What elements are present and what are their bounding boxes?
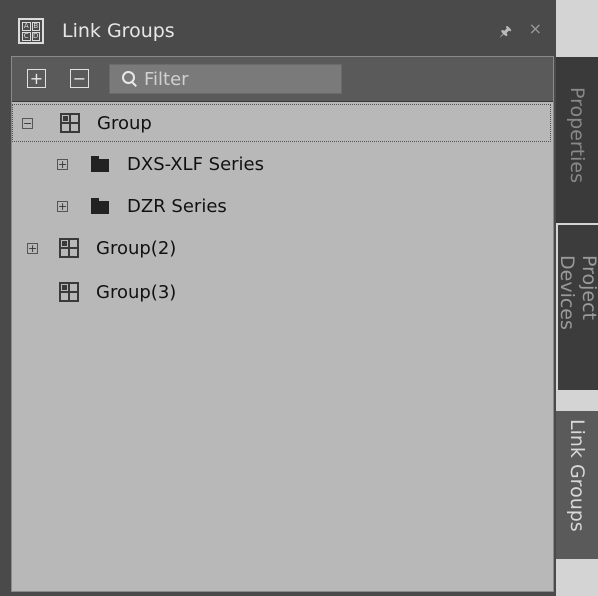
tab-link-groups[interactable]: Link Groups (556, 411, 598, 559)
filter-input[interactable] (138, 68, 334, 90)
close-icon[interactable]: × (529, 19, 542, 38)
group-icon (59, 282, 79, 302)
pin-icon[interactable]: 🖈︎ (499, 21, 512, 45)
folder-icon (91, 156, 109, 172)
link-groups-panel: A B C D Link Groups 🖈︎ × + − − (0, 0, 556, 596)
expand-icon[interactable]: + (57, 159, 68, 170)
panel-titlebar[interactable]: A B C D Link Groups 🖈︎ × (8, 8, 556, 54)
expand-icon[interactable]: + (27, 243, 38, 254)
search-icon (122, 71, 138, 87)
remove-group-button[interactable]: − (70, 69, 89, 88)
link-groups-app-icon: A B C D (18, 18, 44, 44)
tab-project-devices[interactable]: Project Devices (556, 225, 598, 390)
panel-content: + − − Group + DXS-XLF S (11, 56, 554, 592)
tree-item-label: Group (97, 113, 152, 134)
group-icon (59, 238, 79, 258)
tree-item-group-2[interactable]: + Group(2) (12, 230, 551, 268)
tab-properties[interactable]: Properties (556, 57, 598, 223)
group-icon (60, 113, 80, 133)
panel-title: Link Groups (62, 20, 175, 42)
collapse-icon[interactable]: − (22, 118, 33, 129)
tree-item-label: Group(3) (96, 282, 177, 303)
tree-item-dzr-series[interactable]: + DZR Series (12, 188, 551, 226)
tree-item-group-3[interactable]: Group(3) (12, 274, 551, 312)
tree-item-label: Group(2) (96, 238, 177, 259)
filter-box[interactable] (109, 64, 342, 94)
tree-item-label: DXS-XLF Series (127, 154, 265, 175)
toolbar: + − (12, 57, 553, 102)
tree-item-label: DZR Series (127, 196, 227, 217)
tree-item-group[interactable]: − Group (12, 104, 551, 142)
folder-icon (91, 198, 109, 214)
tree-item-dxs-xlf-series[interactable]: + DXS-XLF Series (12, 146, 551, 184)
expand-icon[interactable]: + (57, 201, 68, 212)
add-group-button[interactable]: + (27, 69, 46, 88)
